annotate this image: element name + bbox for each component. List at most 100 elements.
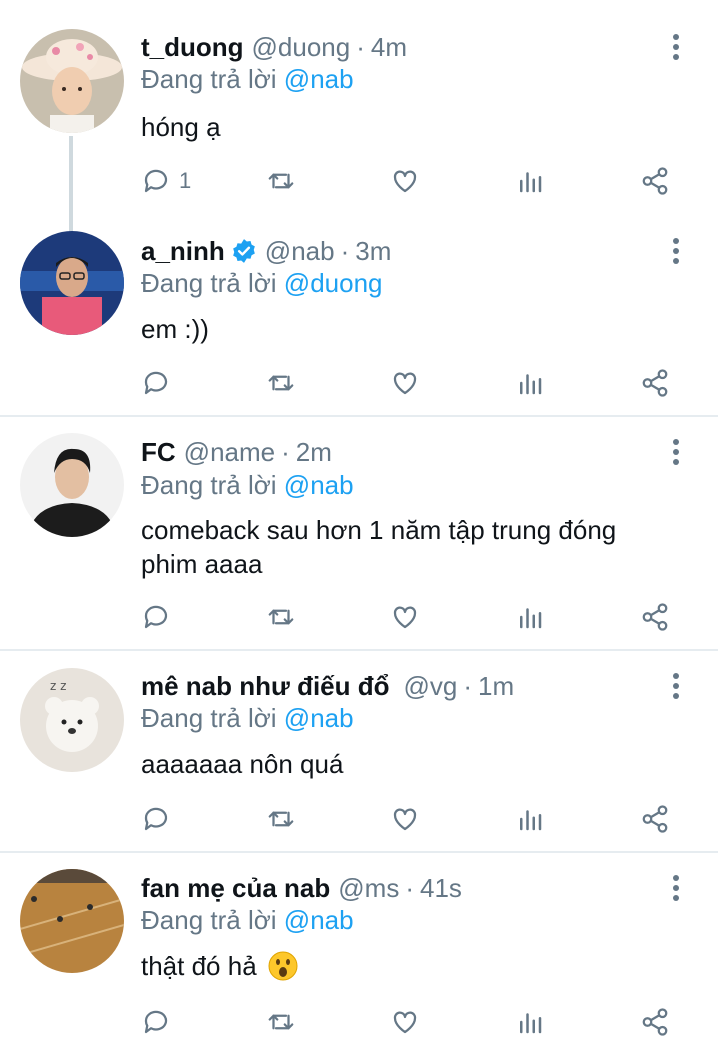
retweet-button[interactable]	[266, 597, 296, 637]
verified-badge-icon	[232, 239, 255, 263]
avatar[interactable]	[20, 433, 124, 537]
retweet-icon	[268, 609, 294, 625]
avatar[interactable]	[20, 29, 124, 133]
display-name[interactable]: t_duong	[141, 32, 244, 63]
tweet-text: aaaaaaa nôn quá	[141, 749, 344, 779]
action-bar: 1	[0, 161, 718, 201]
retweet-icon	[268, 811, 294, 827]
share-icon	[642, 167, 668, 195]
tweet[interactable]: a_ninh @nab · 3m Đang trả lời @duong em …	[0, 210, 718, 415]
share-icon	[642, 805, 668, 833]
tweet[interactable]: FC @name · 2m Đang trả lời @nab comeback…	[0, 417, 718, 649]
like-button[interactable]	[390, 363, 420, 403]
more-vertical-icon[interactable]	[664, 434, 688, 470]
mention-link[interactable]: @nab	[284, 905, 354, 935]
avatar[interactable]	[20, 869, 124, 973]
tweet-text: hóng ạ	[141, 112, 221, 142]
like-button[interactable]	[390, 1002, 420, 1042]
like-button[interactable]	[390, 597, 420, 637]
display-name[interactable]: mê nab như điếu đổ	[141, 671, 390, 702]
stats-button[interactable]	[515, 363, 545, 403]
mention-link[interactable]: @nab	[284, 703, 354, 733]
mention-link[interactable]: @nab	[284, 64, 354, 94]
reply-context: Đang trả lời @nab	[141, 64, 354, 95]
reply-button[interactable]	[141, 1002, 179, 1042]
tweet-header: FC @name · 2m	[141, 434, 658, 470]
action-bar	[0, 597, 718, 637]
heart-icon	[393, 1011, 417, 1034]
timestamp[interactable]: 3m	[355, 236, 391, 267]
reply-icon	[144, 1010, 168, 1034]
share-button[interactable]	[640, 161, 670, 201]
stats-button[interactable]	[515, 1002, 545, 1042]
heart-icon	[393, 372, 417, 395]
retweet-button[interactable]	[266, 363, 296, 403]
reply-button[interactable]: 1	[141, 161, 191, 201]
tweet-text: thật đó hả	[141, 949, 678, 983]
stats-icon	[520, 810, 542, 831]
timestamp[interactable]: 2m	[296, 437, 332, 468]
heart-icon	[393, 606, 417, 629]
reply-icon	[144, 371, 168, 395]
stats-button[interactable]	[515, 597, 545, 637]
display-name[interactable]: fan mẹ của nab	[141, 873, 330, 904]
tweet-header: fan mẹ của nab @ms · 41s	[141, 870, 658, 906]
reply-icon	[144, 169, 168, 193]
reply-button[interactable]	[141, 363, 179, 403]
tweet-text: em :))	[141, 314, 209, 344]
astonished-face-icon	[268, 951, 298, 981]
share-button[interactable]	[640, 799, 670, 839]
share-icon	[642, 369, 668, 397]
tweet-text: comeback sau hơn 1 năm tập trung đóng ph…	[141, 515, 617, 579]
svg-text:z z: z z	[50, 679, 66, 693]
user-handle[interactable]: @name	[184, 437, 275, 468]
separator-dot: ·	[340, 235, 350, 266]
mention-link[interactable]: @nab	[284, 470, 354, 500]
avatar[interactable]	[20, 231, 124, 335]
share-button[interactable]	[640, 1002, 670, 1042]
retweet-button[interactable]	[266, 799, 296, 839]
more-vertical-icon[interactable]	[664, 29, 688, 65]
reply-button[interactable]	[141, 799, 179, 839]
share-button[interactable]	[640, 363, 670, 403]
timestamp[interactable]: 4m	[371, 32, 407, 63]
display-name[interactable]: FC	[141, 437, 176, 468]
more-vertical-icon[interactable]	[664, 668, 688, 704]
avatar[interactable]: z z	[20, 668, 124, 772]
retweet-button[interactable]	[266, 1002, 296, 1042]
tweet[interactable]: fan mẹ của nab @ms · 41s Đang trả lời @n…	[0, 853, 718, 1050]
separator-dot: ·	[281, 436, 290, 467]
more-vertical-icon[interactable]	[664, 870, 688, 906]
timestamp[interactable]: 1m	[478, 671, 514, 702]
timestamp[interactable]: 41s	[420, 873, 462, 904]
display-name[interactable]: a_ninh	[141, 236, 225, 267]
user-handle[interactable]: @ms	[338, 873, 399, 904]
reply-prefix: Đang trả lời	[141, 64, 277, 94]
separator-dot: ·	[356, 31, 365, 62]
retweet-button[interactable]	[266, 161, 296, 201]
tweet[interactable]: t_duong @duong · 4m Đang trả lời @nab hó…	[0, 0, 718, 210]
action-bar	[0, 1002, 718, 1042]
reply-prefix: Đang trả lời	[141, 470, 277, 500]
tweet[interactable]: z z mê nab như điếu đổ @vg · 1m Đang trả…	[0, 651, 718, 851]
reply-context: Đang trả lời @duong	[141, 268, 383, 299]
reply-prefix: Đang trả lời	[141, 268, 277, 298]
stats-icon	[520, 608, 542, 629]
like-button[interactable]	[390, 161, 420, 201]
retweet-icon	[268, 375, 294, 391]
reply-button[interactable]	[141, 597, 179, 637]
user-handle[interactable]: @nab	[265, 236, 335, 267]
stats-icon	[520, 374, 542, 395]
reply-icon	[144, 807, 168, 831]
like-button[interactable]	[390, 799, 420, 839]
stats-icon	[520, 1013, 542, 1034]
more-vertical-icon[interactable]	[664, 233, 688, 269]
share-icon	[642, 603, 668, 631]
stats-button[interactable]	[515, 161, 545, 201]
user-handle[interactable]: @vg	[404, 671, 458, 702]
share-button[interactable]	[640, 597, 670, 637]
user-handle[interactable]: @duong	[252, 32, 351, 63]
mention-link[interactable]: @duong	[284, 268, 383, 298]
retweet-icon	[268, 1014, 294, 1030]
stats-button[interactable]	[515, 799, 545, 839]
